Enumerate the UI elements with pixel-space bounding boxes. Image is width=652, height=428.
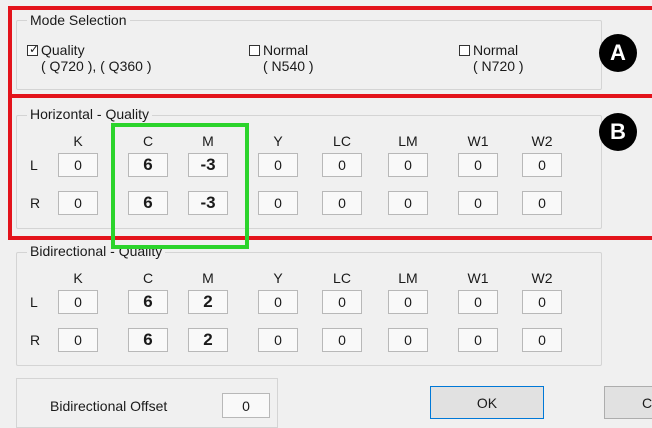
annotation-badge-b: B: [599, 113, 637, 151]
bidirectional-value-r-w2[interactable]: 0: [522, 328, 562, 352]
bidirectional-value-r-c[interactable]: 6: [128, 328, 168, 352]
offset-label: Bidirectional Offset: [50, 398, 168, 414]
offset-field[interactable]: 0: [222, 393, 270, 418]
row-header-l: L: [30, 294, 38, 310]
bidirectional-value-l-w2[interactable]: 0: [522, 290, 562, 314]
bidirectional-value-r-w1[interactable]: 0: [458, 328, 498, 352]
bidirectional-value-l-lc[interactable]: 0: [322, 290, 362, 314]
ok-button[interactable]: OK: [430, 386, 544, 419]
bidirectional-value-l-y[interactable]: 0: [258, 290, 298, 314]
annotation-badge-a: A: [599, 34, 637, 72]
column-header-w2: W2: [531, 270, 553, 286]
column-header-lc: LC: [333, 270, 351, 286]
annotation-box-b: [8, 94, 652, 240]
annotation-box-a: [8, 6, 652, 98]
bidirectional-value-r-m[interactable]: 2: [188, 328, 228, 352]
highlight-box-c-m: [111, 123, 249, 249]
column-header-m: M: [202, 270, 214, 286]
column-header-k: K: [73, 270, 83, 286]
bidirectional-value-l-c[interactable]: 6: [128, 290, 168, 314]
bidirectional-group: [16, 252, 602, 366]
bidirectional-value-r-k[interactable]: 0: [58, 328, 98, 352]
bidirectional-value-r-lc[interactable]: 0: [322, 328, 362, 352]
column-header-w1: W1: [467, 270, 489, 286]
bidirectional-value-l-lm[interactable]: 0: [388, 290, 428, 314]
cancel-button[interactable]: Ca: [604, 386, 652, 419]
row-header-r: R: [30, 332, 41, 348]
bidirectional-value-l-k[interactable]: 0: [58, 290, 98, 314]
column-header-c: C: [142, 270, 154, 286]
column-header-y: Y: [273, 270, 283, 286]
bidirectional-value-l-m[interactable]: 2: [188, 290, 228, 314]
column-header-lm: LM: [398, 270, 418, 286]
bidirectional-value-r-lm[interactable]: 0: [388, 328, 428, 352]
bidirectional-value-r-y[interactable]: 0: [258, 328, 298, 352]
bidirectional-value-l-w1[interactable]: 0: [458, 290, 498, 314]
